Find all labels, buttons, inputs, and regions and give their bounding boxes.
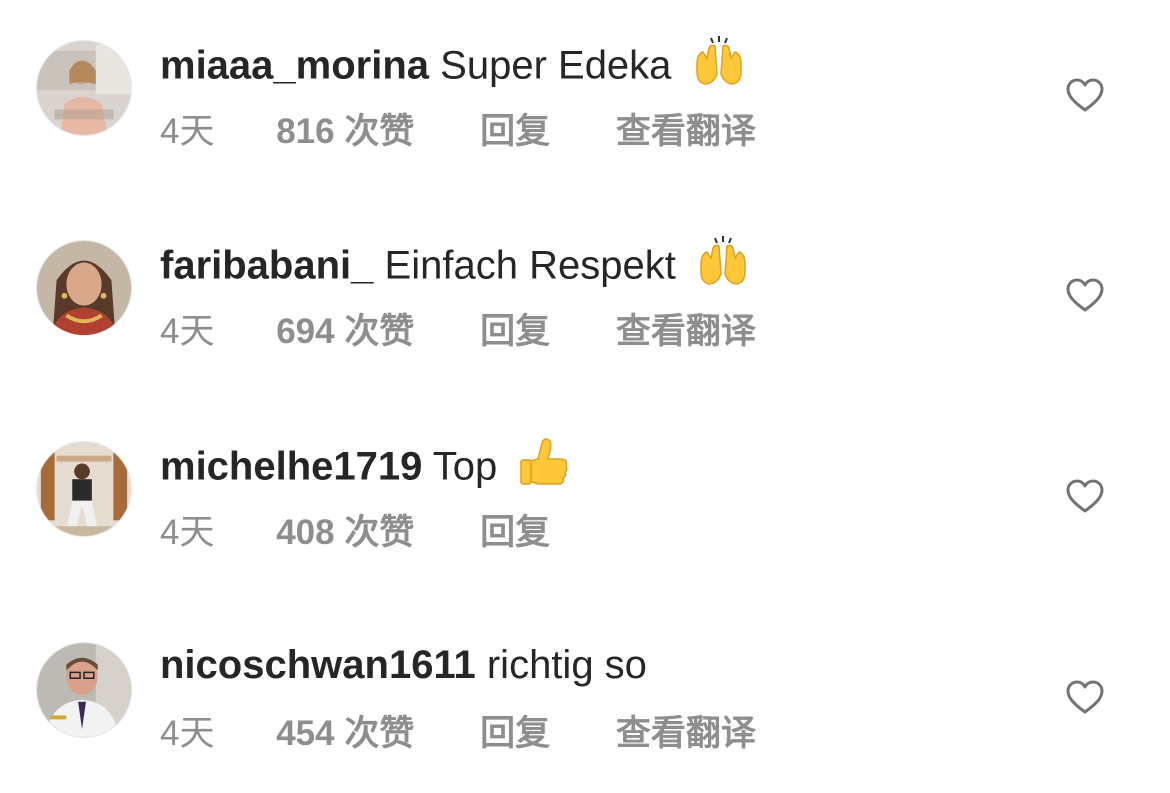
- comment-text: Super Edeka: [440, 43, 672, 88]
- see-translation-button[interactable]: 查看翻译: [616, 714, 756, 754]
- comment-line: faribabani_ Einfach Respekt: [160, 236, 751, 288]
- comment-meta: 4天 408 次赞 回复: [160, 513, 606, 553]
- like-heart-icon[interactable]: [1066, 278, 1104, 312]
- username[interactable]: michelhe1719: [160, 445, 422, 489]
- comment-list: miaaa_morina Super Edeka 4天 816 次赞 回复 查看…: [0, 0, 1170, 793]
- comment-text: Top: [432, 444, 498, 489]
- comment-meta: 4天 694 次赞 回复 查看翻译: [160, 312, 756, 352]
- comment-time: 4天: [160, 714, 215, 753]
- username[interactable]: nicoschwan1611: [160, 643, 476, 687]
- like-heart-icon[interactable]: [1066, 479, 1104, 513]
- see-translation-button[interactable]: 查看翻译: [616, 112, 756, 152]
- comment-time: 4天: [160, 112, 215, 151]
- reply-button[interactable]: 回复: [480, 714, 550, 754]
- comment-text: richtig so: [486, 643, 647, 687]
- reply-button[interactable]: 回复: [480, 312, 550, 352]
- like-heart-icon[interactable]: [1066, 78, 1104, 112]
- comment-line: michelhe1719 Top: [160, 438, 572, 489]
- comment-line: nicoschwan1611 richtig so: [160, 642, 647, 688]
- avatar[interactable]: [36, 642, 132, 738]
- avatar[interactable]: [36, 441, 132, 537]
- comment-time: 4天: [160, 513, 215, 552]
- raising-hands-emoji: [691, 34, 747, 90]
- username[interactable]: miaaa_morina: [160, 44, 429, 88]
- see-translation-button[interactable]: 查看翻译: [616, 312, 756, 352]
- comment-meta: 4天 816 次赞 回复 查看翻译: [160, 112, 756, 152]
- thumbs-up-emoji: [516, 435, 572, 491]
- comment-time: 4天: [160, 312, 215, 351]
- likes-count[interactable]: 454 次赞: [276, 714, 414, 754]
- reply-button[interactable]: 回复: [480, 112, 550, 152]
- comment-item: michelhe1719 Top 4天 408 次赞 回复: [0, 438, 1170, 631]
- avatar[interactable]: [36, 240, 132, 336]
- comment-line: miaaa_morina Super Edeka: [160, 36, 747, 88]
- reply-button[interactable]: 回复: [480, 513, 550, 553]
- username[interactable]: faribabani_: [160, 244, 373, 288]
- comment-item: nicoschwan1611 richtig so 4天 454 次赞 回复 查…: [0, 642, 1170, 793]
- raising-hands-emoji: [695, 234, 751, 290]
- comment-text: Einfach Respekt: [384, 243, 676, 288]
- comment-item: miaaa_morina Super Edeka 4天 816 次赞 回复 查看…: [0, 36, 1170, 230]
- comment-item: faribabani_ Einfach Respekt 4天 694 次赞 回复…: [0, 236, 1170, 430]
- likes-count[interactable]: 816 次赞: [276, 112, 414, 152]
- like-heart-icon[interactable]: [1066, 680, 1104, 714]
- avatar[interactable]: [36, 40, 132, 136]
- likes-count[interactable]: 694 次赞: [276, 312, 414, 352]
- comment-meta: 4天 454 次赞 回复 查看翻译: [160, 714, 756, 754]
- likes-count[interactable]: 408 次赞: [276, 513, 414, 553]
